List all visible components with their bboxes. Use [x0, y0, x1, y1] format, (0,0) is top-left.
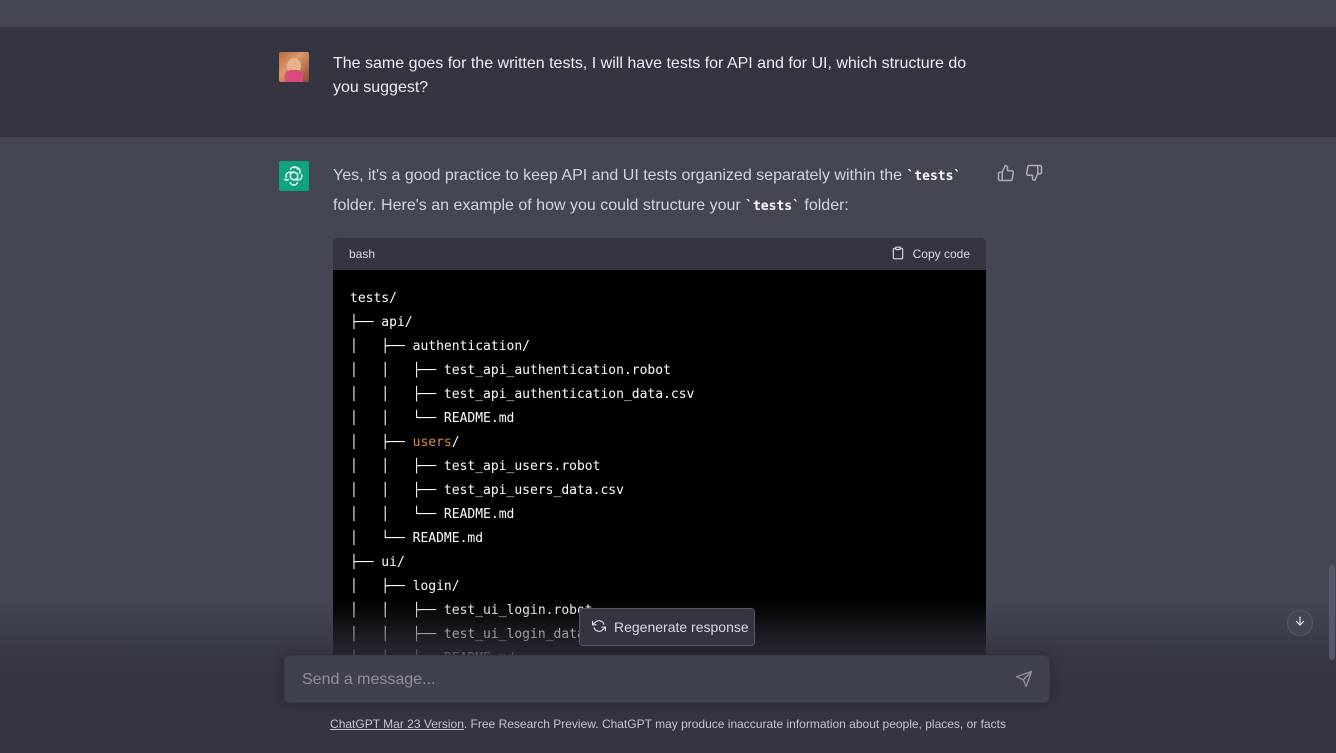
code-line: tests/ — [350, 291, 397, 306]
code-block-header: bash Copy code — [333, 238, 986, 270]
chatgpt-logo-icon — [279, 161, 309, 191]
assistant-message-text: Yes, it's a good practice to keep API an… — [333, 161, 973, 221]
footer-text: . Free Research Preview. ChatGPT may pro… — [463, 717, 1006, 731]
send-button[interactable] — [1015, 670, 1035, 690]
regenerate-response-button[interactable]: Regenerate response — [579, 608, 755, 646]
code-line: │ ├── users/ — [350, 431, 969, 455]
copy-code-button[interactable]: Copy code — [891, 245, 970, 264]
code-line: │ │ └── README.md — [350, 411, 515, 426]
code-line: │ │ ├── test_api_authentication.robot — [350, 363, 671, 378]
code-line-suffix: / — [451, 435, 460, 450]
refresh-icon — [592, 619, 606, 636]
paper-plane-icon — [1015, 670, 1033, 692]
code-line: │ └── README.md — [350, 531, 484, 546]
code-line: ├── api/ — [350, 315, 413, 330]
clipboard-icon — [891, 245, 905, 264]
code-line: ├── ui/ — [350, 555, 405, 570]
answer-text-part: folder. Here's an example of how you cou… — [333, 197, 746, 214]
code-line: │ ├── authentication/ — [350, 339, 531, 354]
inline-code-tests: `tests` — [745, 199, 800, 214]
previous-message-strip — [0, 0, 1336, 28]
answer-text-part: folder: — [799, 197, 849, 214]
thumbs-down-icon[interactable] — [1025, 164, 1043, 182]
code-line-prefix: │ ├── — [350, 435, 413, 450]
thumbs-up-icon[interactable] — [997, 164, 1015, 182]
code-highlight: users — [412, 435, 452, 450]
user-avatar — [279, 52, 309, 82]
scrollbar[interactable] — [1328, 0, 1336, 753]
code-line: │ │ └── README.md — [350, 507, 515, 522]
copy-code-label: Copy code — [912, 247, 970, 261]
code-line: │ │ ├── test_api_users_data.csv — [350, 483, 624, 498]
inline-code-tests: `tests` — [906, 169, 962, 184]
footer-disclaimer: ChatGPT Mar 23 Version. Free Research Pr… — [0, 717, 1336, 731]
answer-text-part: Yes, it's a good practice to keep API an… — [333, 167, 907, 184]
code-line: │ │ ├── test_api_authentication_data.csv — [350, 387, 695, 402]
code-line: │ │ ├── test_api_users.robot — [350, 459, 601, 474]
user-message-text: The same goes for the written tests, I w… — [333, 55, 967, 96]
arrow-down-icon — [1294, 614, 1306, 632]
code-line: │ ├── login/ — [350, 579, 460, 594]
scrollbar-thumb[interactable] — [1329, 565, 1335, 660]
regenerate-label: Regenerate response — [614, 619, 749, 635]
version-link[interactable]: ChatGPT Mar 23 Version — [330, 717, 464, 731]
code-language-label: bash — [349, 247, 376, 261]
scroll-to-bottom-button[interactable] — [1287, 610, 1313, 636]
message-input[interactable] — [300, 656, 1004, 704]
message-composer — [284, 655, 1050, 704]
